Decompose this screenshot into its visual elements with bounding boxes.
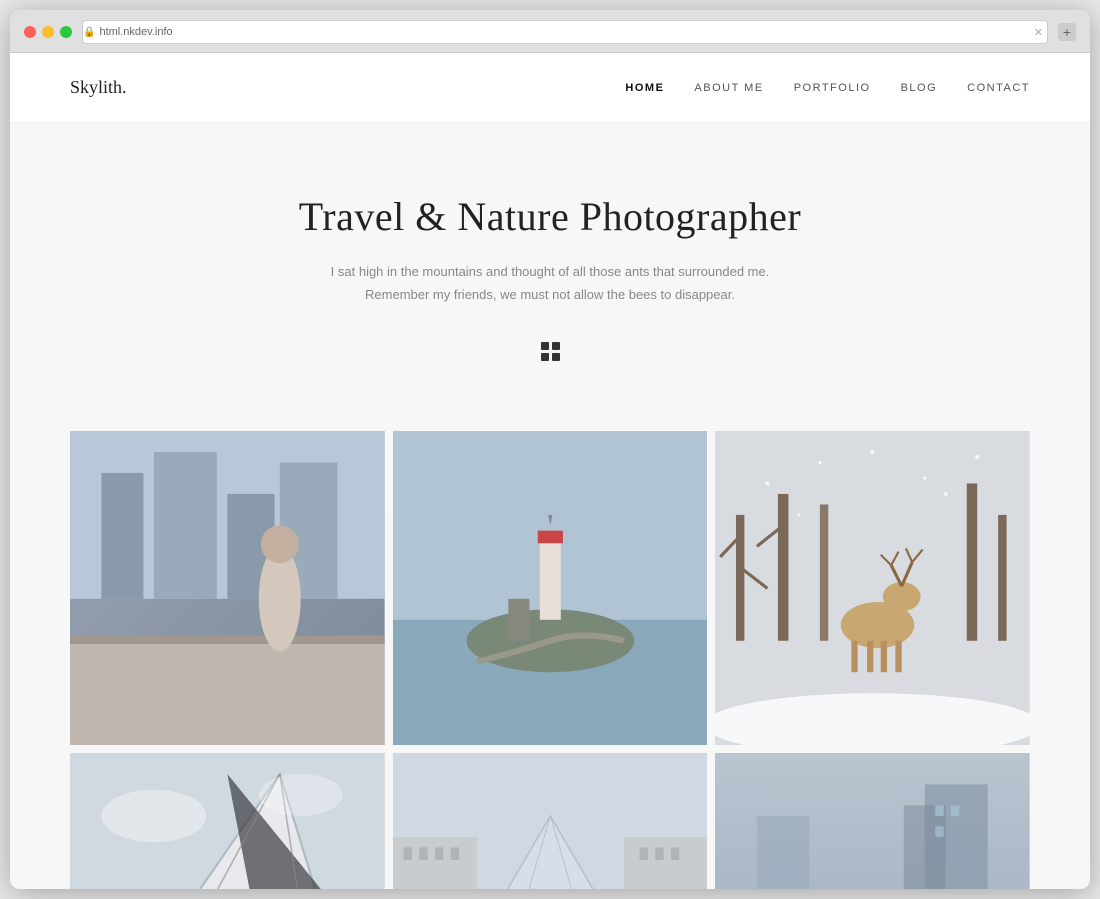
dot-3 [541, 353, 549, 361]
hero-subtitle: I sat high in the mountains and thought … [330, 260, 770, 307]
site-header: Skylith. HOME ABOUT ME PORTFOLIO BLOG CO… [10, 53, 1090, 123]
photo-item-5[interactable] [393, 753, 708, 889]
address-bar[interactable]: 🔒 html.nkdev.info ✕ [82, 20, 1048, 44]
photo-item-2[interactable] [393, 431, 708, 746]
photo-grid [10, 411, 1090, 889]
dot-2 [552, 342, 560, 350]
browser-window: 🔒 html.nkdev.info ✕ + Skylith. HOME ABOU… [10, 10, 1090, 889]
site-logo[interactable]: Skylith. [70, 77, 127, 98]
minimize-button[interactable] [42, 26, 54, 38]
nav-home[interactable]: HOME [625, 82, 664, 94]
nav-blog[interactable]: BLOG [901, 82, 938, 94]
browser-content: Skylith. HOME ABOUT ME PORTFOLIO BLOG CO… [10, 53, 1090, 889]
nav-contact[interactable]: CONTACT [967, 82, 1030, 94]
nav-about[interactable]: ABOUT ME [694, 82, 763, 94]
new-tab-button[interactable]: + [1058, 23, 1076, 41]
traffic-lights [24, 26, 72, 38]
hero-title: Travel & Nature Photographer [50, 193, 1050, 240]
lock-icon: 🔒 [83, 27, 95, 38]
fullscreen-button[interactable] [60, 26, 72, 38]
site-wrapper: Skylith. HOME ABOUT ME PORTFOLIO BLOG CO… [10, 53, 1090, 889]
hero-subtitle-line2: Remember my friends, we must not allow t… [365, 287, 735, 302]
photo-item-6[interactable] [715, 753, 1030, 889]
photo-item-3[interactable] [715, 431, 1030, 746]
close-tab-icon[interactable]: ✕ [1034, 26, 1043, 39]
photo-item-1[interactable] [70, 431, 385, 746]
grid-dots-icon [541, 342, 560, 361]
url-text: html.nkdev.info [99, 26, 172, 38]
browser-chrome: 🔒 html.nkdev.info ✕ + [10, 10, 1090, 53]
site-nav: HOME ABOUT ME PORTFOLIO BLOG CONTACT [625, 82, 1030, 94]
dot-1 [541, 342, 549, 350]
hero-subtitle-line1: I sat high in the mountains and thought … [331, 264, 770, 279]
close-button[interactable] [24, 26, 36, 38]
hero-section: Travel & Nature Photographer I sat high … [10, 123, 1090, 411]
nav-portfolio[interactable]: PORTFOLIO [794, 82, 871, 94]
photo-item-4[interactable] [70, 753, 385, 889]
grid-icon [50, 342, 1050, 361]
dot-4 [552, 353, 560, 361]
